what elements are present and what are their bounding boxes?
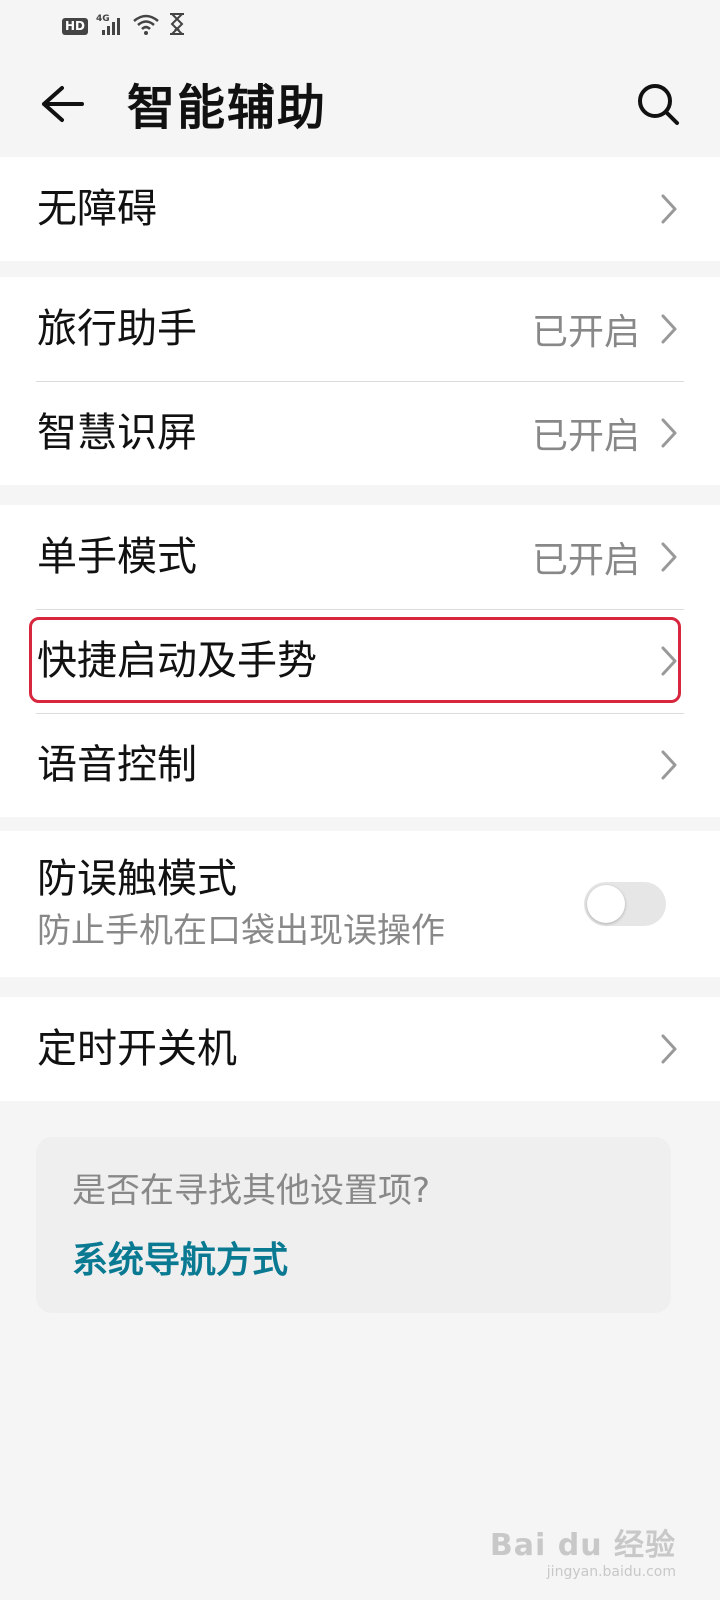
status-value: 已开启 [531,312,640,353]
svg-text:4G: 4G [96,14,110,24]
chevron-right-icon [658,312,680,346]
row-label: 智慧识屏 [37,410,197,456]
row-label: 单手模式 [37,534,197,580]
row-label: 语音控制 [37,742,197,788]
chevron-right-icon [658,644,680,678]
watermark: Bai du 经验 jingyan.baidu.com [490,1520,676,1580]
chevron-right-icon [658,416,680,450]
search-icon [638,84,679,125]
row-pocket-mode: 防误触模式 防止手机在口袋出现误操作 [0,831,720,977]
row-label: 旅行助手 [37,306,197,352]
settings-group-scheduled-power: 定时开关机 [0,997,720,1101]
row-label: 定时开关机 [37,1026,237,1072]
chevron-right-icon [658,1032,680,1066]
chevron-right-icon [658,192,680,226]
search-button[interactable] [630,76,686,132]
hourglass-icon [168,12,186,40]
pocket-mode-toggle[interactable] [584,882,666,926]
app-bar: 智能辅助 [0,52,720,157]
back-arrow-icon [42,86,84,122]
suggestion-title: 是否在寻找其他设置项? [72,1171,431,1211]
row-label: 防误触模式 [37,856,237,902]
row-voice-control[interactable]: 语音控制 [0,713,720,817]
suggestion-card: 是否在寻找其他设置项? 系统导航方式 [36,1137,671,1313]
row-label: 无障碍 [37,186,157,232]
row-one-hand-mode[interactable]: 单手模式 已开启 [0,505,720,609]
watermark-logo: Bai du 经验 [489,1528,676,1563]
page-title: 智能辅助 [127,80,328,136]
back-button[interactable] [34,76,90,132]
row-shortcuts-and-gestures[interactable]: 快捷启动及手势 [0,609,720,713]
suggestion-link[interactable]: 系统导航方式 [72,1239,288,1283]
watermark-url: jingyan.baidu.com [546,1564,676,1580]
toggle-knob [587,885,625,923]
status-bar: HD 4G [0,0,720,52]
settings-group-accessibility: 无障碍 [0,157,720,261]
row-accessibility[interactable]: 无障碍 [0,157,720,261]
row-scheduled-power[interactable]: 定时开关机 [0,997,720,1101]
settings-group-controls: 单手模式 已开启 快捷启动及手势 语音控制 [0,505,720,817]
row-subtitle: 防止手机在口袋出现误操作 [37,911,445,951]
hd-badge: HD [62,17,89,35]
chevron-right-icon [658,540,680,574]
row-smart-screen-recognition[interactable]: 智慧识屏 已开启 [0,381,720,485]
status-value: 已开启 [531,416,640,457]
chevron-right-icon [658,748,680,782]
status-value: 已开启 [531,540,640,581]
signal-4g-icon: 4G [96,12,124,40]
row-travel-assistant[interactable]: 旅行助手 已开启 [0,277,720,381]
row-label: 快捷启动及手势 [37,638,317,684]
wifi-icon [132,12,160,40]
row-text: 防误触模式 防止手机在口袋出现误操作 [37,855,584,953]
settings-group-pocket-mode: 防误触模式 防止手机在口袋出现误操作 [0,831,720,977]
settings-group-assistants: 旅行助手 已开启 智慧识屏 已开启 [0,277,720,485]
